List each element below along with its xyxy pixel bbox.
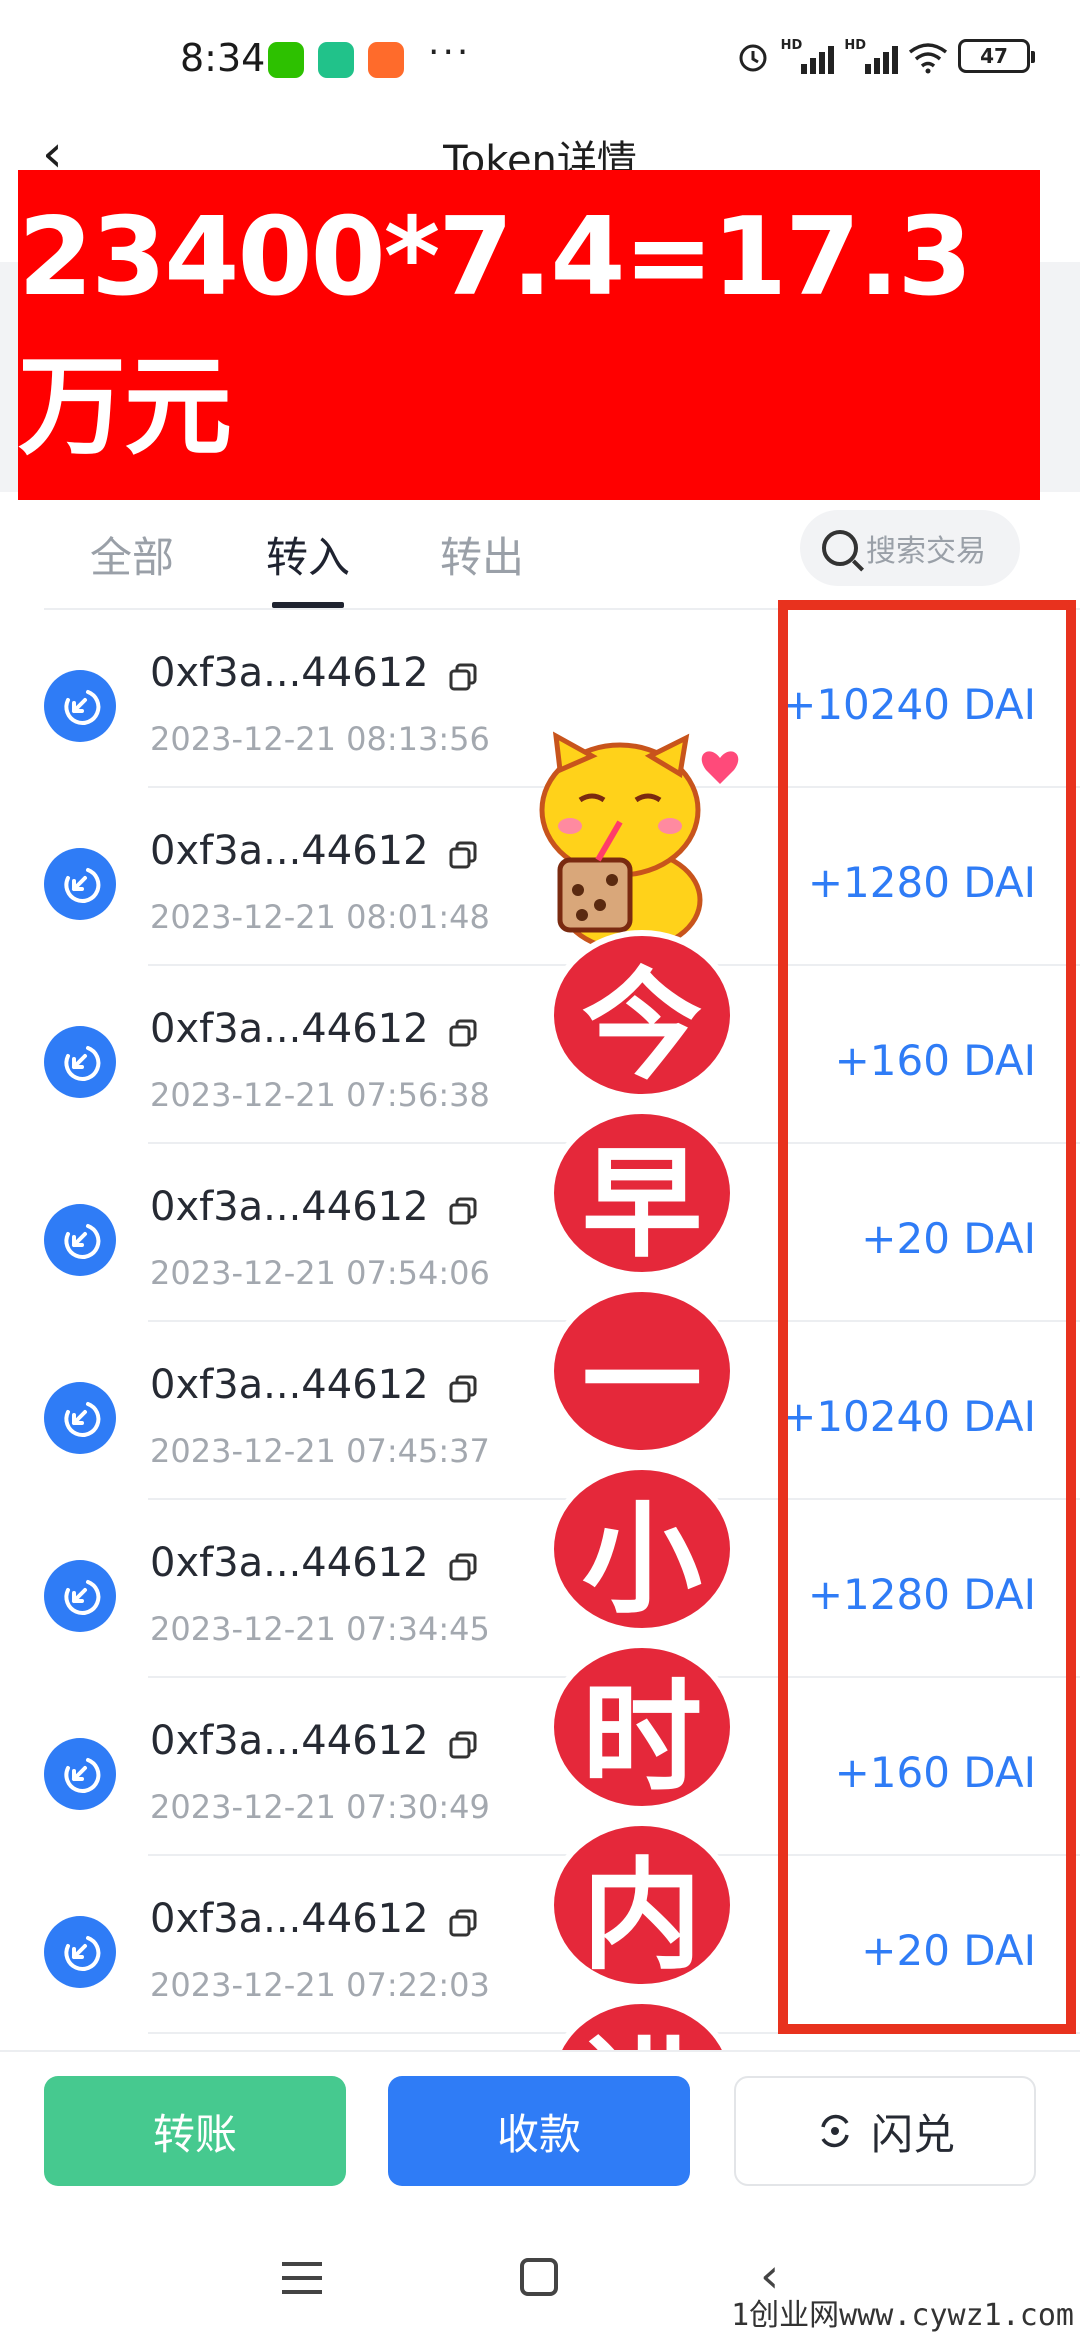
app-notification-icon [318, 42, 354, 78]
transaction-time: 2023-12-21 07:22:03 [150, 1966, 490, 2004]
transaction-time: 2023-12-21 07:54:06 [150, 1254, 490, 1292]
sticker-char: 时 [548, 1642, 736, 1812]
bottom-action-bar: 转账 收款 闪兑 [0, 2050, 1080, 2240]
sticker-char: 早 [548, 1108, 736, 1278]
receive-arrow-icon [44, 1560, 116, 1632]
transaction-address: 0xf3a...44612 [150, 1362, 429, 1408]
watermark: 1创业网www.cywz1.com [731, 2298, 1074, 2333]
copy-icon[interactable] [448, 1908, 478, 1938]
alarm-icon [735, 38, 771, 74]
recent-apps-icon[interactable] [282, 2262, 322, 2304]
copy-icon[interactable] [448, 1196, 478, 1226]
search-icon [822, 530, 858, 566]
transaction-time: 2023-12-21 07:34:45 [150, 1610, 490, 1648]
status-time: 8:34 [180, 36, 266, 80]
sticker-char: 小 [548, 1464, 736, 1634]
receive-button[interactable]: 收款 [388, 2076, 690, 2186]
cat-sticker-icon [520, 730, 770, 960]
signal-1-icon: HD [781, 38, 835, 74]
swap-label: 闪兑 [870, 2109, 955, 2159]
tab-outgoing[interactable]: 转出 [440, 524, 524, 585]
transaction-time: 2023-12-21 07:30:49 [150, 1788, 490, 1826]
transaction-time: 2023-12-21 08:13:56 [150, 720, 490, 758]
transaction-address: 0xf3a...44612 [150, 1184, 429, 1230]
receive-arrow-icon [44, 1026, 116, 1098]
receive-arrow-icon [44, 1916, 116, 1988]
copy-icon[interactable] [448, 1374, 478, 1404]
sticker-char: 内 [548, 1820, 736, 1990]
copy-icon[interactable] [448, 1552, 478, 1582]
highlight-frame [778, 600, 1076, 2034]
receive-arrow-icon [44, 1738, 116, 1810]
search-placeholder: 搜索交易 [866, 534, 986, 569]
transaction-address: 0xf3a...44612 [150, 650, 429, 696]
wifi-icon [908, 38, 948, 74]
receive-arrow-icon [44, 1382, 116, 1454]
sticker-char: 一 [548, 1286, 736, 1456]
receive-arrow-icon [44, 848, 116, 920]
copy-icon[interactable] [448, 1730, 478, 1760]
sticker-char: 今 [548, 930, 736, 1100]
promo-banner: 23400*7.4=17.3万元 [18, 170, 1040, 500]
status-indicators: HD HD 47 [735, 38, 1035, 74]
copy-icon[interactable] [448, 1018, 478, 1048]
transaction-address: 0xf3a...44612 [150, 1540, 429, 1586]
battery-icon: 47 [958, 39, 1035, 73]
copy-icon[interactable] [448, 662, 478, 692]
tab-bar: 全部 转入 转出 搜索交易 [0, 510, 1080, 610]
banner-text: 23400*7.4=17.3万元 [18, 194, 973, 470]
transfer-button[interactable]: 转账 [44, 2076, 346, 2186]
transaction-time: 2023-12-21 07:45:37 [150, 1432, 490, 1470]
receive-arrow-icon [44, 670, 116, 742]
tab-incoming[interactable]: 转入 [266, 524, 350, 585]
transaction-address: 0xf3a...44612 [150, 1006, 429, 1052]
transaction-time: 2023-12-21 07:56:38 [150, 1076, 490, 1114]
more-notifications: ··· [428, 32, 472, 73]
swap-icon [821, 2114, 849, 2148]
home-icon[interactable] [520, 2258, 558, 2296]
signal-2-icon: HD [844, 38, 898, 74]
wechat-icon [268, 42, 304, 78]
copy-icon[interactable] [448, 840, 478, 870]
transaction-time: 2023-12-21 08:01:48 [150, 898, 490, 936]
video-app-icon [368, 42, 404, 78]
receive-arrow-icon [44, 1204, 116, 1276]
search-input[interactable]: 搜索交易 [800, 510, 1020, 586]
transaction-address: 0xf3a...44612 [150, 1718, 429, 1764]
tab-all[interactable]: 全部 [90, 524, 174, 585]
swap-button[interactable]: 闪兑 [734, 2076, 1036, 2186]
status-bar: 8:34 ··· HD HD 47 [0, 0, 1080, 120]
transaction-address: 0xf3a...44612 [150, 828, 429, 874]
transaction-address: 0xf3a...44612 [150, 1896, 429, 1942]
